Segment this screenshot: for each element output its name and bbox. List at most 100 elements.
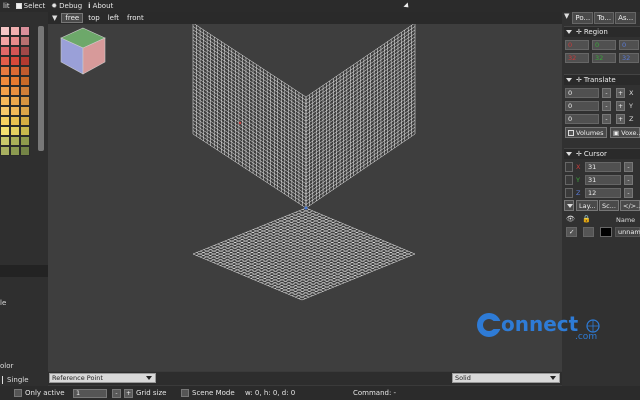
palette-swatch[interactable] (0, 106, 10, 116)
palette-swatch[interactable] (0, 86, 10, 96)
filter-icon[interactable]: ▼ (562, 12, 571, 24)
tab-scene[interactable]: Sc... (599, 200, 619, 211)
palette-swatch[interactable] (0, 146, 10, 156)
cursor-z-input[interactable]: 12 (585, 188, 621, 198)
translate-x-plus[interactable]: + (616, 88, 625, 98)
palette-swatch[interactable] (20, 146, 30, 156)
palette-swatch[interactable] (10, 86, 20, 96)
palette-swatch[interactable] (20, 26, 30, 36)
translate-y-minus[interactable]: - (602, 101, 611, 111)
palette-swatch[interactable] (20, 86, 30, 96)
scene-mode-toggle[interactable]: Scene Mode (181, 389, 235, 397)
translate-x-minus[interactable]: - (602, 88, 611, 98)
palette-swatch[interactable] (0, 96, 10, 106)
layer-name[interactable]: unname... (615, 227, 640, 237)
palette-swatch[interactable] (10, 46, 20, 56)
palette-swatch[interactable] (20, 56, 30, 66)
cursor-z-lock[interactable] (565, 188, 573, 198)
region-min-y[interactable]: 0 (592, 40, 616, 50)
render-mode-dropdown[interactable]: Solid (452, 373, 560, 383)
palette-scrollbar[interactable] (38, 26, 44, 151)
reference-point-dropdown[interactable]: Reference Point (49, 373, 156, 383)
region-min-z[interactable]: 0 (619, 40, 639, 50)
menu-select[interactable]: Select (13, 2, 49, 10)
palette-swatch[interactable] (10, 136, 20, 146)
layer-color-swatch[interactable] (600, 227, 612, 237)
tab-tools[interactable]: To... (594, 12, 615, 24)
palette-swatch[interactable] (10, 146, 20, 156)
palette-swatch[interactable] (0, 56, 10, 66)
palette-swatch[interactable] (0, 136, 10, 146)
palette-swatch[interactable] (20, 96, 30, 106)
single-option[interactable]: Single (2, 376, 29, 384)
tab-assets[interactable]: As... (615, 12, 637, 24)
voxels-mode-button[interactable]: ▣ Voxe... (610, 127, 640, 138)
palette-swatch[interactable] (0, 36, 10, 46)
translate-z-plus[interactable]: + (616, 114, 625, 124)
tab-layers[interactable]: Lay... (576, 200, 598, 211)
only-active-toggle[interactable]: Only active (14, 389, 65, 397)
palette-swatch[interactable] (10, 26, 20, 36)
grid-size-input[interactable]: 1 (73, 388, 107, 398)
palette-swatch[interactable] (10, 76, 20, 86)
grid-decrease-button[interactable]: - (112, 388, 121, 398)
translate-z-input[interactable]: 0 (565, 114, 599, 124)
scene-mode-checkbox[interactable] (181, 389, 189, 397)
palette-swatch[interactable] (20, 46, 30, 56)
cursor-header[interactable]: ✛ Cursor (564, 148, 640, 159)
palette-swatch[interactable] (20, 136, 30, 146)
translate-y-input[interactable]: 0 (565, 101, 599, 111)
region-max-z[interactable]: 32 (619, 53, 639, 63)
tab-left[interactable]: left (105, 14, 122, 22)
palette-swatch[interactable] (20, 106, 30, 116)
palette-swatch[interactable] (10, 116, 20, 126)
menu-debug[interactable]: ✹ Debug (48, 2, 85, 10)
grid-increase-button[interactable]: + (124, 388, 133, 398)
tab-script[interactable]: </>... (620, 200, 640, 211)
cursor-y-input[interactable]: 31 (585, 175, 621, 185)
region-max-y[interactable]: 32 (592, 53, 616, 63)
cursor-z-minus[interactable]: - (624, 188, 633, 198)
cursor-x-input[interactable]: 31 (585, 162, 621, 172)
cursor-x-lock[interactable] (565, 162, 573, 172)
palette-swatch[interactable] (20, 36, 30, 46)
palette-swatch[interactable] (10, 36, 20, 46)
palette-swatch[interactable] (20, 76, 30, 86)
cursor-x-minus[interactable]: - (624, 162, 633, 172)
translate-x-input[interactable]: 0 (565, 88, 599, 98)
palette-swatch[interactable] (10, 106, 20, 116)
region-header[interactable]: ✛ Region (564, 26, 640, 37)
menu-file[interactable]: lit (0, 2, 13, 10)
only-active-checkbox[interactable] (14, 389, 22, 397)
region-min-x[interactable]: 0 (565, 40, 589, 50)
tab-top[interactable]: top (85, 14, 102, 22)
translate-header[interactable]: ✛ Translate (564, 74, 640, 85)
cursor-y-minus[interactable]: - (624, 175, 633, 185)
tab-front[interactable]: front (124, 14, 147, 22)
palette-swatch[interactable] (0, 46, 10, 56)
palette-swatch[interactable] (20, 116, 30, 126)
palette-swatch[interactable] (0, 126, 10, 136)
layer-filter-button[interactable] (564, 200, 574, 211)
palette-swatch[interactable] (0, 66, 10, 76)
tab-free[interactable]: free (61, 13, 84, 23)
palette-swatch[interactable] (0, 116, 10, 126)
palette-swatch[interactable] (0, 76, 10, 86)
palette-swatch[interactable] (10, 66, 20, 76)
palette-swatch[interactable] (20, 66, 30, 76)
tab-position[interactable]: Po... (572, 12, 594, 24)
volumes-mode-button[interactable]: Volumes (565, 127, 607, 138)
menu-about[interactable]: i About (85, 2, 116, 10)
cursor-y-lock[interactable] (565, 175, 573, 185)
filter-icon[interactable]: ▼ (50, 14, 59, 22)
translate-y-plus[interactable]: + (616, 101, 625, 111)
palette-swatch[interactable] (10, 96, 20, 106)
layer-visible-checkbox[interactable]: ✓ (566, 227, 577, 237)
palette-swatch[interactable] (20, 126, 30, 136)
palette-swatch[interactable] (10, 56, 20, 66)
palette-swatch[interactable] (0, 26, 10, 36)
layer-lock-checkbox[interactable] (583, 227, 594, 237)
palette-swatch[interactable] (10, 126, 20, 136)
region-max-x[interactable]: 32 (565, 53, 589, 63)
translate-z-minus[interactable]: - (602, 114, 611, 124)
